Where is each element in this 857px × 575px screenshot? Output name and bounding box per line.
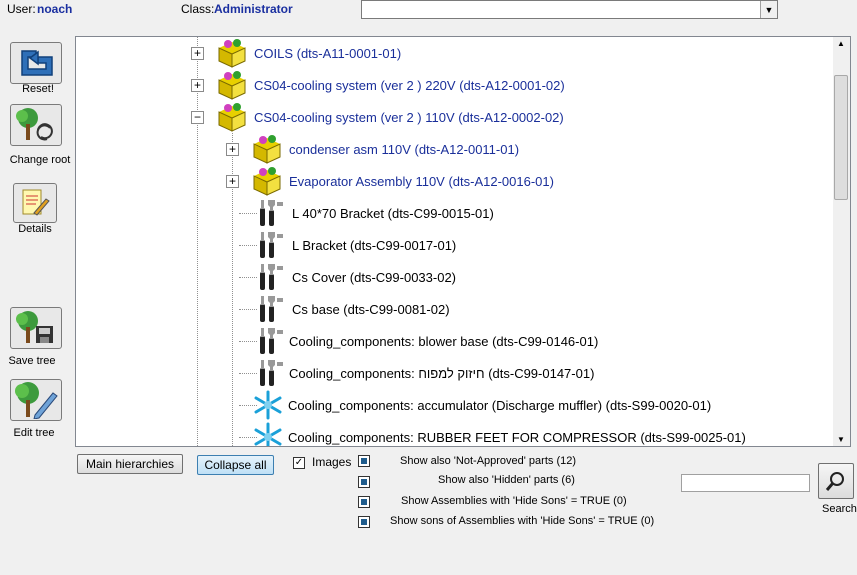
expand-icon[interactable]: + [191, 47, 204, 60]
tree-node-label: L Bracket (dts-C99-0017-01) [292, 237, 457, 253]
save-tree-button[interactable] [10, 307, 62, 349]
hide-sons-children-checkbox[interactable] [358, 516, 370, 528]
tree-node-label: Cs Cover (dts-C99-0033-02) [292, 269, 457, 285]
details-button[interactable] [13, 183, 57, 223]
assembly-box-icon [253, 167, 281, 196]
tree-node[interactable]: Cs base (dts-C99-0081-02) [256, 293, 450, 325]
document-pencil-icon [22, 189, 50, 216]
tree-node[interactable]: COILS (dts-A11-0001-01) [216, 37, 401, 69]
tree-node-label: CS04-cooling system (ver 2 ) 110V (dts-A… [254, 109, 564, 125]
scrollbar-thumb[interactable] [834, 75, 848, 200]
tree-node[interactable]: L Bracket (dts-C99-0017-01) [256, 229, 456, 261]
tools-icon [260, 232, 283, 258]
search-icon [825, 472, 844, 491]
tree-node-label: condenser asm 110V (dts-A12-0011-01) [289, 141, 520, 157]
expand-icon[interactable]: + [226, 175, 239, 188]
images-checkbox[interactable]: ✓ [293, 457, 305, 469]
tools-icon [260, 328, 283, 354]
tree-node[interactable]: Cooling_components: accumulator (Dischar… [252, 389, 711, 421]
search-button[interactable] [818, 463, 854, 499]
search-input[interactable] [681, 474, 810, 492]
tree-node[interactable]: Cooling_components: חיזוק למפוח (dts-C99… [256, 357, 594, 389]
not-approved-label: Show also 'Not-Approved' parts (12) [400, 455, 577, 467]
tree-node-label: L 40*70 Bracket (dts-C99-0015-01) [292, 205, 494, 221]
tree-node-label: Cooling_components: accumulator (Dischar… [288, 397, 712, 413]
user-value: noach [37, 2, 73, 16]
save-tree-label: Save tree [8, 355, 56, 367]
tree-node-label: Evaporator Assembly 110V (dts-A12-0016-0… [289, 173, 554, 189]
tree-edit-icon [15, 382, 58, 419]
not-approved-checkbox[interactable] [358, 455, 370, 467]
tools-icon [260, 360, 283, 386]
tree-connector [239, 373, 257, 374]
hidden-parts-checkbox[interactable] [358, 476, 370, 488]
hide-sons-assemblies-checkbox[interactable] [358, 496, 370, 508]
tree-refresh-icon [16, 108, 53, 141]
main-hierarchies-button[interactable]: Main hierarchies [77, 454, 183, 474]
hierarchy-tree[interactable]: + + − + + COILS (dts-A11-0001-01) CS04-c… [75, 36, 851, 447]
tree-node[interactable]: Cooling_components: blower base (dts-C99… [256, 325, 598, 357]
reset-button[interactable] [10, 42, 62, 84]
expand-icon[interactable]: + [226, 143, 239, 156]
collapse-all-button[interactable]: Collapse all [197, 455, 274, 475]
tree-node-label: CS04-cooling system (ver 2 ) 220V (dts-A… [254, 77, 565, 93]
edit-tree-label: Edit tree [13, 427, 55, 439]
change-root-label: Change root [9, 154, 71, 166]
scroll-up-icon[interactable]: ▲ [837, 39, 845, 48]
tree-node-label: Cooling_components: RUBBER FEET FOR COMP… [288, 429, 746, 445]
assembly-box-icon [218, 39, 246, 68]
tree-node[interactable]: Evaporator Assembly 110V (dts-A12-0016-0… [251, 165, 554, 197]
edit-tree-button[interactable] [10, 379, 62, 421]
tree-node-label: Cooling_components: blower base (dts-C99… [289, 333, 599, 349]
back-arrow-icon [21, 50, 53, 76]
tree-connector [239, 341, 257, 342]
class-label: Class: [181, 2, 215, 16]
details-label: Details [18, 223, 52, 235]
tree-node[interactable]: Cooling_components: RUBBER FEET FOR COMP… [252, 421, 746, 446]
class-value: Administrator [214, 2, 293, 16]
tree-node[interactable]: CS04-cooling system (ver 2 ) 110V (dts-A… [216, 101, 564, 133]
user-label: User: [7, 2, 36, 16]
tree-node-label: Cooling_components: חיזוק למפוח (dts-C99… [289, 365, 595, 381]
expand-icon[interactable]: + [191, 79, 204, 92]
tree-connector [239, 213, 257, 214]
tree-connector [239, 245, 257, 246]
scroll-down-icon[interactable]: ▼ [837, 435, 845, 444]
hidden-parts-label: Show also 'Hidden' parts (6) [438, 474, 575, 486]
tools-icon [260, 264, 283, 290]
images-label: Images [312, 455, 352, 469]
tree-node-label: COILS (dts-A11-0001-01) [254, 45, 402, 61]
tree-node[interactable]: Cs Cover (dts-C99-0033-02) [256, 261, 456, 293]
chevron-down-icon[interactable]: ▼ [760, 1, 777, 18]
hide-sons-assemblies-label: Show Assemblies with 'Hide Sons' = TRUE … [401, 495, 627, 507]
tools-icon [260, 296, 283, 322]
tree-node[interactable]: condenser asm 110V (dts-A12-0011-01) [251, 133, 519, 165]
search-label: Search [822, 503, 857, 515]
tree-save-icon [16, 311, 53, 343]
tree-connector [197, 37, 198, 446]
snowflake-icon [254, 422, 282, 446]
tree-node[interactable]: L 40*70 Bracket (dts-C99-0015-01) [256, 197, 494, 229]
assembly-box-icon [218, 71, 246, 100]
hide-sons-children-label: Show sons of Assemblies with 'Hide Sons'… [390, 515, 655, 527]
tree-node[interactable]: CS04-cooling system (ver 2 ) 220V (dts-A… [216, 69, 565, 101]
tree-connector [239, 309, 257, 310]
root-select-combo[interactable]: ▼ [361, 0, 778, 19]
assembly-box-icon [218, 103, 246, 132]
vertical-scrollbar[interactable]: ▲ ▼ [833, 37, 850, 446]
assembly-box-icon [253, 135, 281, 164]
reset-label: Reset! [22, 83, 54, 95]
collapse-icon[interactable]: − [191, 111, 204, 124]
tree-connector [239, 277, 257, 278]
change-root-button[interactable] [10, 104, 62, 146]
snowflake-icon [254, 390, 282, 420]
tools-icon [260, 200, 283, 226]
tree-node-label: Cs base (dts-C99-0081-02) [292, 301, 450, 317]
